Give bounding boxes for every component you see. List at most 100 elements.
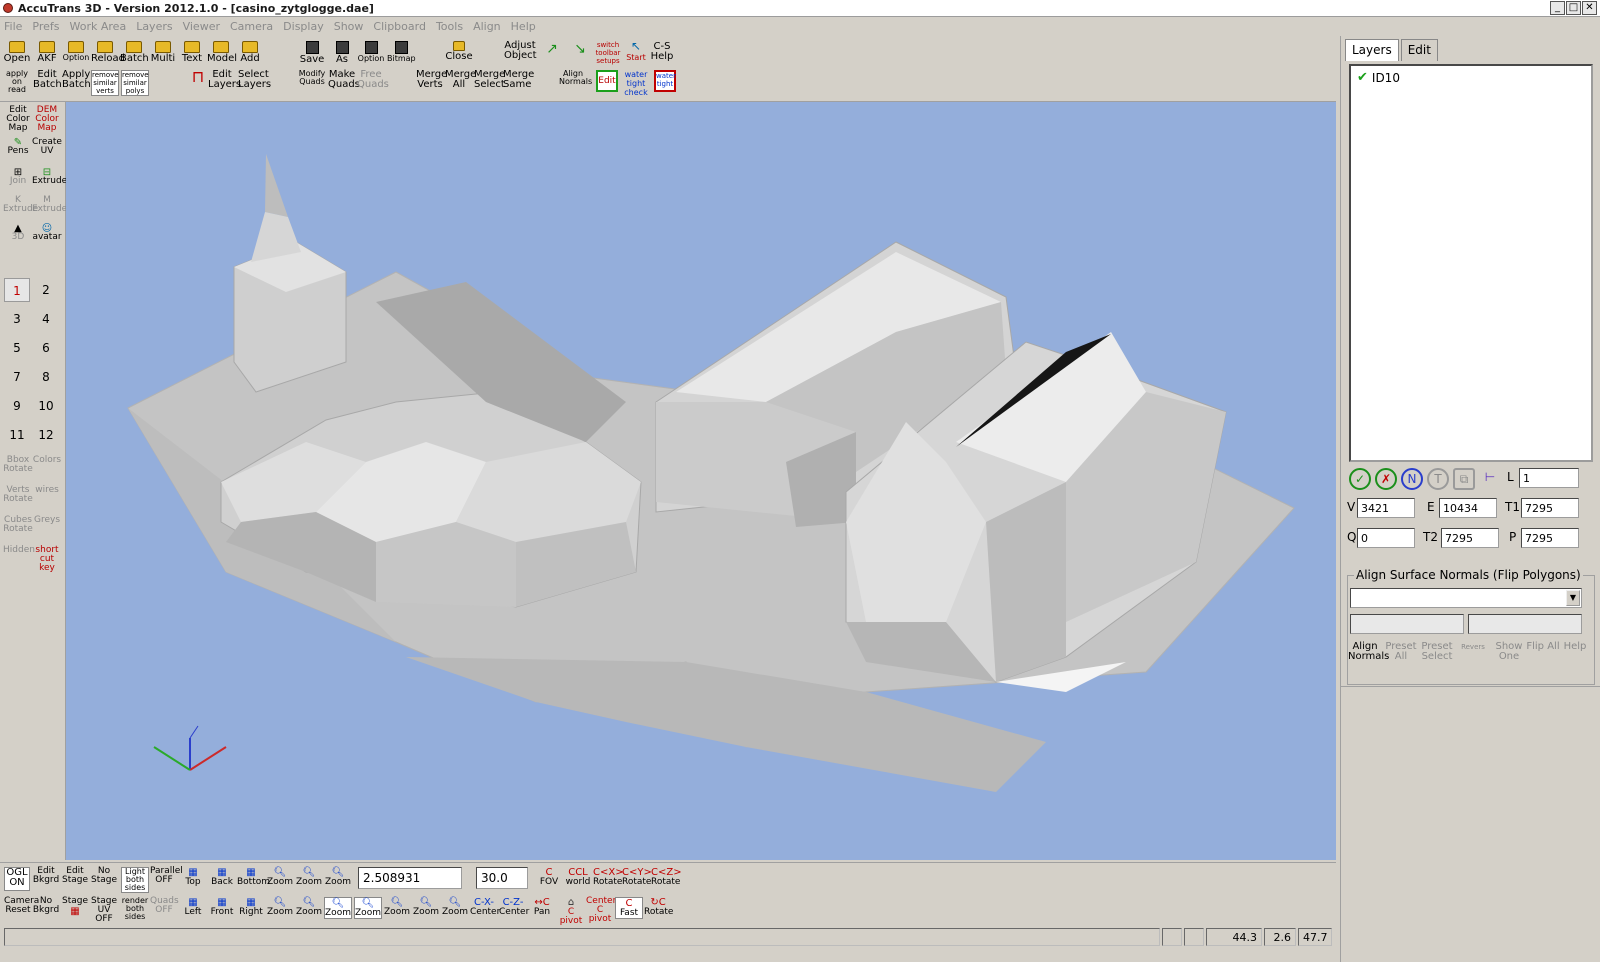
merge-same-button[interactable]: Merge Same (503, 70, 534, 90)
pens-button[interactable]: ✎ Pens (3, 138, 33, 156)
verts-rotate-button[interactable]: Verts Rotate (3, 486, 33, 504)
adjust-h-button[interactable]: ↗ (538, 42, 566, 63)
shortcut-key-button[interactable]: short cut key (32, 546, 62, 573)
dem-color-map-button[interactable]: DEM Color Map (32, 106, 62, 133)
align-help-button[interactable]: Help (1558, 642, 1592, 652)
menu-display[interactable]: Display (283, 20, 324, 33)
menu-align[interactable]: Align (473, 20, 501, 33)
view-slot-8[interactable]: 8 (33, 365, 59, 389)
align-normals-action-button[interactable]: Align Normals (1348, 642, 1389, 662)
camera-reset-button[interactable]: Camera Reset (4, 897, 39, 915)
uncheck-layer-icon[interactable]: ✗ (1375, 468, 1397, 490)
zoom-value-field[interactable]: 2.508931 (358, 867, 462, 889)
adjust-s-button[interactable]: ↘ (566, 42, 594, 63)
center-c-pivot-button[interactable]: Center C pivot (586, 897, 616, 924)
view-left-button[interactable]: ▦ Left (179, 897, 207, 917)
reverse-button[interactable]: Revers (1456, 642, 1490, 652)
rotate-z-button[interactable]: C<Z> Rotate (651, 867, 682, 887)
edit-layers-button[interactable]: Edit Layers (208, 70, 241, 90)
stage-uv-off-button[interactable]: Stage UV OFF (90, 897, 118, 924)
quads-off-button[interactable]: Quads OFF (150, 897, 179, 915)
center-z-button[interactable]: C-Z- Center (499, 897, 529, 917)
tab-edit[interactable]: Edit (1400, 39, 1438, 61)
pan-button[interactable]: ↔C Pan (528, 897, 556, 917)
render-both-sides-button[interactable]: render both sides (121, 897, 149, 921)
water-tight-button[interactable]: water tight (654, 70, 676, 92)
multi-button[interactable]: Multi (149, 41, 177, 64)
extrude-button[interactable]: ⊟ Extrude (32, 168, 67, 186)
select-layers-button[interactable]: Select Layers (238, 70, 271, 90)
view-slot-5[interactable]: 5 (4, 336, 30, 360)
light-both-sides-button[interactable]: Light both sides (121, 867, 149, 893)
align-normals-dropdown[interactable]: ▼ (1350, 588, 1582, 608)
colors-button[interactable]: Colors (32, 456, 62, 465)
wires-button[interactable]: wires (32, 486, 62, 495)
ogl-on-button[interactable]: OGL ON (4, 867, 30, 891)
view-top-button[interactable]: ▦ Top (179, 867, 207, 887)
k-extrude-button[interactable]: K Extrude (3, 196, 38, 214)
hidden-button[interactable]: Hidden (3, 546, 35, 555)
cs-help-button[interactable]: C-S Help (648, 42, 676, 62)
stage-button[interactable]: Stage ▦ (61, 897, 89, 918)
menu-tools[interactable]: Tools (436, 20, 463, 33)
no-bkgrd-button[interactable]: No Bkgrd (32, 897, 60, 915)
batch-button[interactable]: Batch (120, 41, 149, 64)
bitmap-button[interactable]: Bitmap (387, 41, 416, 63)
view-slot-4[interactable]: 4 (33, 307, 59, 331)
menu-layers[interactable]: Layers (136, 20, 172, 33)
menu-camera[interactable]: Camera (230, 20, 273, 33)
text-layer-icon[interactable]: T (1427, 468, 1449, 490)
view-right-button[interactable]: ▦ Right (237, 897, 265, 917)
view-slot-12[interactable]: 12 (33, 423, 59, 447)
world-button[interactable]: CCL world (564, 867, 592, 887)
remove-similar-polys-button[interactable]: remove similar polys (121, 70, 149, 96)
tab-layers[interactable]: Layers (1345, 39, 1399, 61)
apply-on-read-button[interactable]: apply on read (3, 70, 31, 94)
save-option-button[interactable]: Option (357, 41, 385, 63)
make-quads-button[interactable]: Make Quads (328, 70, 360, 90)
save-as-button[interactable]: As (328, 41, 356, 65)
view-slot-10[interactable]: 10 (33, 394, 59, 418)
view-slot-9[interactable]: 9 (4, 394, 30, 418)
zoom-3-button[interactable]: 🔍︎ Zoom (324, 867, 352, 887)
menu-viewer[interactable]: Viewer (183, 20, 220, 33)
add-button[interactable]: Add (236, 41, 264, 64)
cubes-rotate-button[interactable]: Cubes Rotate (3, 516, 33, 534)
check-layer-icon[interactable]: ✓ (1349, 468, 1371, 490)
apply-batch-button[interactable]: Apply Batch (62, 70, 91, 90)
fov-button[interactable]: C FOV (535, 867, 563, 887)
edit-toggle-button[interactable]: Edit (596, 70, 618, 92)
create-uv-button[interactable]: Create UV (32, 138, 62, 156)
center-x-button[interactable]: C-X- Center (470, 897, 500, 917)
zoom-a-button[interactable]: 🔍︎ Zoom (354, 897, 382, 919)
chevron-down-icon[interactable]: ▼ (1566, 590, 1580, 606)
c-pivot-button[interactable]: ⌂ C pivot (557, 897, 585, 926)
free-quads-button[interactable]: Free Quads (357, 70, 389, 90)
no-stage-button[interactable]: No Stage (90, 867, 118, 885)
menu-file[interactable]: File (4, 20, 22, 33)
remove-similar-verts-button[interactable]: remove similar verts (91, 70, 119, 96)
rotate-y-button[interactable]: C<Y> Rotate (622, 867, 652, 887)
zoom-in-button[interactable]: 🔍︎ Zoom (383, 897, 411, 917)
close-model-button[interactable]: Close (445, 41, 473, 62)
zoom-out-button[interactable]: 🔍︎ Zoom (412, 897, 440, 917)
align-field-right[interactable] (1468, 614, 1582, 634)
reload-button[interactable]: Reload (91, 41, 125, 64)
modify-quads-button[interactable]: Modify Quads (298, 70, 326, 86)
edit-batch-button[interactable]: Edit Batch (33, 70, 62, 90)
menu-clipboard[interactable]: Clipboard (373, 20, 426, 33)
view-back-button[interactable]: ▦ Back (208, 867, 236, 887)
view-bottom-button[interactable]: ▦ Bottom (237, 867, 270, 887)
view-slot-1[interactable]: 1 (4, 278, 30, 302)
copy-layer-icon[interactable]: ⧉ (1453, 468, 1475, 490)
join-button[interactable]: ⊞ Join (3, 168, 33, 186)
merge-verts-button[interactable]: Merge Verts (416, 70, 447, 90)
edit-stage-button[interactable]: Edit Stage (61, 867, 89, 885)
view-slot-11[interactable]: 11 (4, 423, 30, 447)
flip-all-button[interactable]: Flip All (1526, 642, 1560, 652)
minimize-button[interactable]: _ (1550, 1, 1565, 15)
new-layer-icon[interactable]: N (1401, 468, 1423, 490)
close-button[interactable]: ✕ (1582, 1, 1597, 15)
water-tight-check-button[interactable]: water tight check (622, 70, 650, 97)
adjust-object-button[interactable]: Adjust Object (504, 41, 537, 61)
